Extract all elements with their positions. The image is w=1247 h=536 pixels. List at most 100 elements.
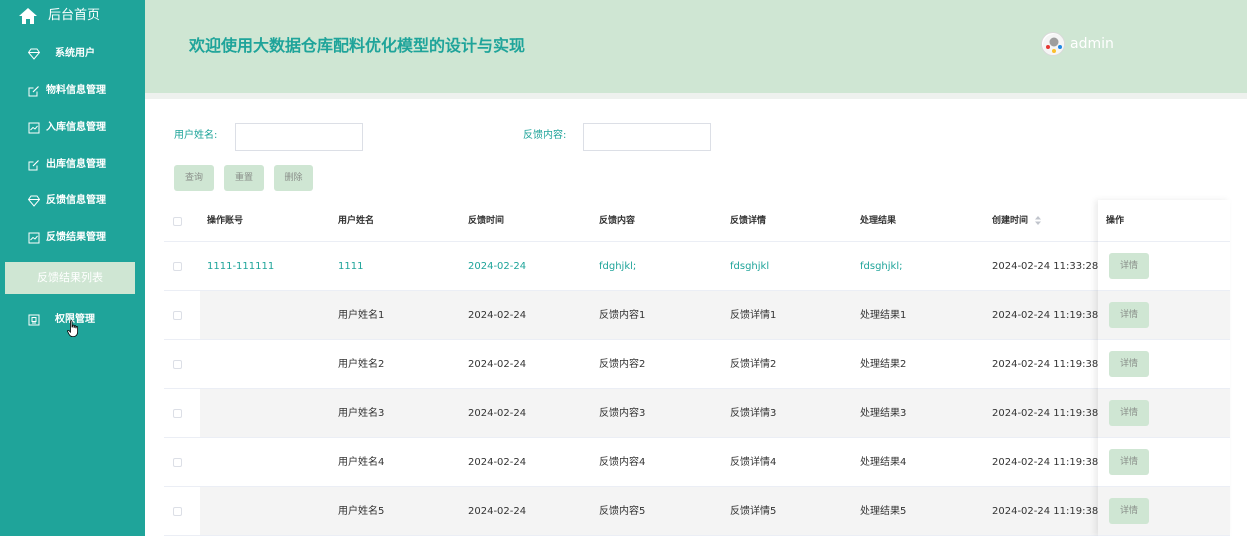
- key-icon: [28, 314, 40, 326]
- table-row[interactable]: 用户姓名5 2024-02-24 反馈内容5 反馈详情5 处理结果5 2024-02-24…: [164, 487, 1230, 536]
- query-button[interactable]: 查询: [174, 165, 214, 191]
- sidebar-item-label: 物料信息管理: [46, 85, 106, 96]
- cell-name: 用户姓名3: [338, 408, 385, 419]
- row-checkbox-cell: [164, 389, 200, 437]
- cell-result: 处理结果3: [860, 408, 907, 419]
- table-row[interactable]: 1111-111111 1111 2024-02-24 fdghjkl; fdsghjk…: [164, 242, 1230, 291]
- cell-content: 反馈内容1: [599, 310, 646, 321]
- row-checkbox[interactable]: [173, 360, 182, 369]
- edit-icon: [28, 86, 39, 97]
- avatar[interactable]: [1041, 32, 1065, 56]
- row-checkbox[interactable]: [173, 409, 182, 418]
- cell-detail: 反馈详情2: [730, 359, 777, 370]
- cell-detail: fdsghjkl: [730, 261, 770, 272]
- sidebar-item-label: 系统用户: [55, 48, 95, 59]
- row-checkbox-cell: [164, 487, 200, 535]
- avatar-icon: [1043, 34, 1064, 55]
- sidebar-subitem-feedback-result-list[interactable]: 反馈结果列表: [5, 262, 135, 294]
- sidebar-item-feedback-result[interactable]: 反馈结果管理: [0, 220, 145, 256]
- cell-result: 处理结果2: [860, 359, 907, 370]
- cell-content: 反馈内容5: [599, 506, 646, 517]
- cell-content: 反馈内容4: [599, 457, 646, 468]
- cell-time: 2024-02-24: [468, 359, 527, 370]
- table-header: 操作账号 用户姓名 反馈时间 反馈内容 反馈详情 处理结果 创建时间: [164, 200, 1230, 242]
- table-row[interactable]: 用户姓名2 2024-02-24 反馈内容2 反馈详情2 处理结果2 2024-02-24…: [164, 340, 1230, 389]
- cell-detail: 反馈详情1: [730, 310, 777, 321]
- sidebar-item-system-users[interactable]: 系统用户: [0, 36, 145, 72]
- cell-created: 2024-02-24 11:33:28: [992, 261, 1099, 272]
- username[interactable]: admin: [1070, 35, 1114, 53]
- cell-time: 2024-02-24: [468, 408, 527, 419]
- row-checkbox-cell: [164, 291, 200, 339]
- sidebar-item-label: 反馈结果管理: [46, 232, 106, 243]
- cell-content: 反馈内容2: [599, 359, 646, 370]
- cell-created: 2024-02-24 11:19:38: [992, 310, 1099, 321]
- cell-created: 2024-02-24 11:19:38: [992, 408, 1099, 419]
- sidebar-item-label: 入库信息管理: [46, 122, 106, 133]
- edit-icon: [28, 160, 39, 171]
- cell-result: 处理结果4: [860, 457, 907, 468]
- username-search-label: 用户姓名:: [174, 130, 218, 141]
- operations-column: 操作: [1098, 200, 1230, 536]
- col-header-created[interactable]: 创建时间: [992, 215, 1042, 227]
- reset-button[interactable]: 重置: [224, 165, 264, 191]
- table-row[interactable]: 用户姓名1 2024-02-24 反馈内容1 反馈详情1 处理结果1 2024-02-24…: [164, 291, 1230, 340]
- sidebar-item-home[interactable]: 后台首页: [0, 0, 145, 34]
- cell-result: 处理结果1: [860, 310, 907, 321]
- top-header: 欢迎使用大数据仓库配料优化模型的设计与实现 admin: [145, 0, 1247, 93]
- sidebar-item-material-info[interactable]: 物料信息管理: [0, 73, 145, 109]
- col-header-result: 处理结果: [860, 216, 897, 226]
- table-row[interactable]: 用户姓名4 2024-02-24 反馈内容4 反馈详情4 处理结果4 2024-02-24…: [164, 438, 1230, 487]
- sidebar-item-label: 后台首页: [48, 8, 101, 23]
- cell-content: fdghjkl;: [599, 261, 637, 272]
- sidebar-item-label: 出库信息管理: [46, 159, 106, 170]
- col-header-account: 操作账号: [207, 216, 244, 226]
- cell-detail: 反馈详情4: [730, 457, 777, 468]
- col-header-ops: 操作: [1106, 216, 1125, 226]
- username-search-input[interactable]: [235, 123, 363, 151]
- content-search-label: 反馈内容:: [523, 130, 567, 141]
- row-checkbox[interactable]: [173, 458, 182, 467]
- diamond-icon: [28, 48, 40, 60]
- col-header-created-label: 创建时间: [992, 216, 1029, 226]
- row-checkbox[interactable]: [173, 507, 182, 516]
- sidebar-item-inbound-info[interactable]: 入库信息管理: [0, 110, 145, 146]
- cell-name: 1111: [338, 261, 364, 272]
- cell-created: 2024-02-24 11:19:38: [992, 359, 1099, 370]
- col-header-time: 反馈时间: [468, 216, 505, 226]
- sidebar-item-outbound-info[interactable]: 出库信息管理: [0, 147, 145, 183]
- hand-cursor-icon: [67, 320, 78, 337]
- cell-account: 1111-111111: [207, 261, 275, 272]
- sidebar: 后台首页 系统用户 物料信息管理 入库信息管理 出库信息管理 反馈信息管理 反馈…: [0, 0, 145, 536]
- cell-time: 2024-02-24: [468, 261, 527, 272]
- col-header-name: 用户姓名: [338, 216, 375, 226]
- col-header-detail: 反馈详情: [730, 216, 767, 226]
- sidebar-item-feedback-info[interactable]: 反馈信息管理: [0, 183, 145, 219]
- cell-result: 处理结果5: [860, 506, 907, 517]
- cell-name: 用户姓名4: [338, 457, 385, 468]
- cell-name: 用户姓名2: [338, 359, 385, 370]
- cell-detail: 反馈详情3: [730, 408, 777, 419]
- chart-icon: [28, 232, 40, 244]
- cell-result: fdsghjkl;: [860, 261, 903, 272]
- sidebar-item-label: 反馈信息管理: [46, 195, 106, 206]
- page-title: 欢迎使用大数据仓库配料优化模型的设计与实现: [189, 36, 526, 55]
- cell-detail: 反馈详情5: [730, 506, 777, 517]
- cell-name: 用户姓名1: [338, 310, 385, 321]
- cell-time: 2024-02-24: [468, 310, 527, 321]
- sidebar-subitem-label: 反馈结果列表: [37, 271, 103, 284]
- diamond-icon: [28, 195, 40, 207]
- sort-icon[interactable]: [1035, 216, 1042, 225]
- app-root: 后台首页 系统用户 物料信息管理 入库信息管理 出库信息管理 反馈信息管理 反馈…: [0, 0, 1247, 536]
- row-checkbox[interactable]: [173, 262, 182, 271]
- cell-time: 2024-02-24: [468, 457, 527, 468]
- content-search-input[interactable]: [583, 123, 711, 151]
- row-checkbox[interactable]: [173, 311, 182, 320]
- home-icon: [19, 8, 37, 24]
- cell-name: 用户姓名5: [338, 506, 385, 517]
- select-all-checkbox[interactable]: [173, 217, 182, 226]
- header-divider: [145, 93, 1247, 99]
- table-row[interactable]: 用户姓名3 2024-02-24 反馈内容3 反馈详情3 处理结果3 2024-02-24…: [164, 389, 1230, 438]
- delete-button[interactable]: 删除: [274, 165, 313, 191]
- col-header-content: 反馈内容: [599, 216, 636, 226]
